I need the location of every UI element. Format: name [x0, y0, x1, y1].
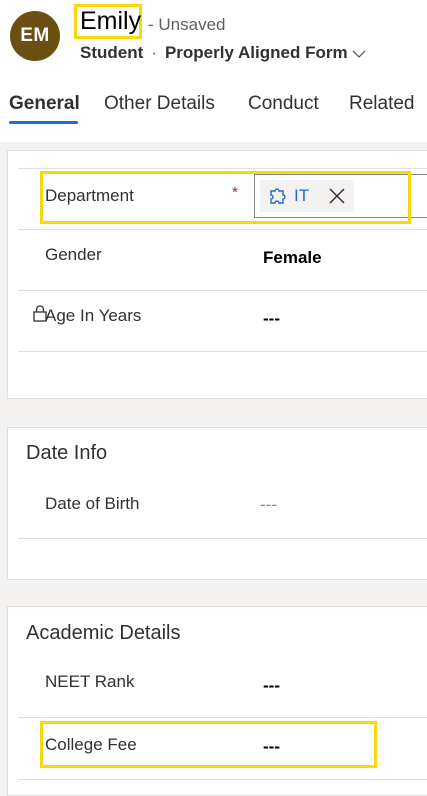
tab-bar: General Other Details Conduct Related	[0, 90, 427, 130]
dob-value[interactable]: ---	[260, 495, 277, 515]
entity-name: Student	[80, 43, 144, 62]
neet-row: NEET Rank ---	[18, 656, 427, 718]
record-title: Emily	[80, 7, 142, 35]
department-highlight-box	[40, 171, 411, 224]
save-status: - Unsaved	[148, 15, 226, 34]
age-row: Age In Years ---	[18, 291, 427, 352]
college-fee-highlight-box	[40, 721, 377, 768]
chevron-down-icon[interactable]	[352, 43, 366, 65]
entity-form-line: Student · Properly Aligned Form	[80, 42, 366, 65]
lock-icon	[33, 305, 47, 327]
avatar: EM	[10, 11, 60, 61]
separator: ·	[151, 43, 157, 62]
gender-value[interactable]: Female	[263, 248, 322, 268]
tab-general[interactable]: General	[9, 92, 80, 116]
age-label: Age In Years	[45, 306, 142, 325]
tab-other-details[interactable]: Other Details	[104, 92, 215, 116]
gender-label: Gender	[45, 245, 102, 264]
tab-related[interactable]: Related	[349, 92, 415, 116]
form-header: EM Emily - Unsaved Student · Properly Alig…	[0, 0, 427, 142]
age-value: ---	[263, 309, 280, 328]
neet-value[interactable]: ---	[263, 676, 280, 696]
academic-details-title: Academic Details	[26, 622, 181, 644]
dob-row: Date of Birth ---	[18, 477, 427, 539]
gender-row: Gender Female	[18, 229, 427, 291]
date-info-title: Date Info	[26, 442, 108, 464]
form-selector[interactable]: Properly Aligned Form	[165, 43, 348, 62]
neet-label: NEET Rank	[45, 672, 135, 691]
active-tab-indicator	[9, 121, 78, 124]
tab-conduct[interactable]: Conduct	[248, 92, 319, 116]
dob-label: Date of Birth	[45, 494, 140, 513]
